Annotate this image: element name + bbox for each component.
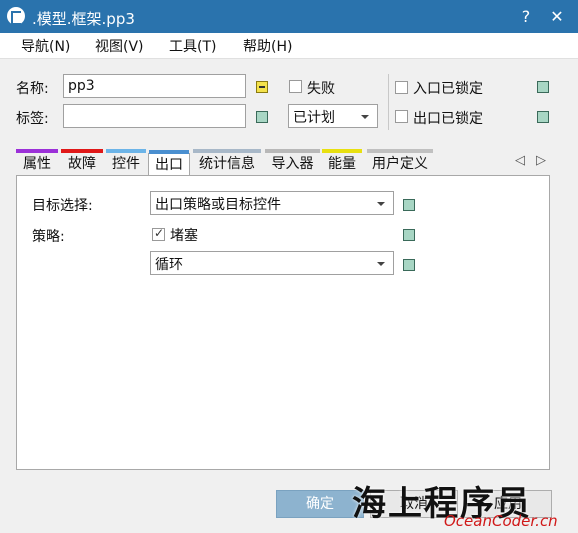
tab-failures[interactable]: 故障 — [61, 149, 103, 175]
help-button[interactable]: ? — [515, 6, 537, 28]
name-field[interactable]: pp3 — [63, 74, 246, 98]
tab-color-bar — [367, 149, 433, 153]
exit-locked-label: 出口已锁定 — [413, 111, 483, 127]
tab-color-bar — [265, 149, 320, 153]
tab-label: 统计信息 — [199, 156, 255, 172]
tab-exit[interactable]: 出口 — [148, 150, 190, 177]
tag-inherit-toggle[interactable] — [256, 111, 268, 123]
failed-label: 失败 — [307, 81, 335, 97]
tab-label: 导入器 — [271, 156, 314, 172]
tab-color-bar — [61, 149, 103, 153]
tab-scroll-right-icon[interactable]: ▷ — [536, 153, 546, 168]
ok-button[interactable]: 确定 — [276, 490, 364, 518]
tab-color-bar — [193, 149, 261, 153]
name-inherit-toggle[interactable] — [256, 81, 268, 93]
exit-tab-panel — [16, 175, 550, 470]
entry-locked-label: 入口已锁定 — [413, 81, 483, 97]
tab-attributes[interactable]: 属性 — [16, 149, 58, 175]
strategy-select[interactable]: 循环 — [150, 251, 394, 275]
close-button[interactable]: ✕ — [546, 6, 568, 28]
target-inherit-toggle[interactable] — [403, 199, 415, 211]
entry-locked-checkbox[interactable] — [395, 81, 408, 94]
tab-color-bar — [149, 150, 189, 154]
app-icon — [7, 7, 25, 25]
name-label: 名称: — [16, 81, 49, 97]
title-bar: .模型.框架.pp3 ? ✕ — [0, 0, 578, 33]
tab-energy[interactable]: 能量 — [322, 149, 362, 175]
menu-view[interactable]: 视图(V) — [95, 36, 144, 56]
entry-locked-inherit-toggle[interactable] — [537, 81, 549, 93]
tab-color-bar — [16, 149, 58, 153]
exit-locked-checkbox[interactable] — [395, 110, 408, 123]
tab-color-bar — [322, 149, 362, 153]
menu-bar: 导航(N) 视图(V) 工具(T) 帮助(H) — [0, 33, 578, 59]
target-selection-label: 目标选择: — [32, 198, 93, 214]
window-title: .模型.框架.pp3 — [32, 10, 135, 28]
chevron-down-icon — [377, 202, 385, 206]
tab-label: 出口 — [155, 157, 183, 173]
menu-tools[interactable]: 工具(T) — [169, 36, 216, 56]
tab-importer[interactable]: 导入器 — [265, 149, 320, 175]
tab-label: 属性 — [23, 156, 51, 172]
target-selection-value: 出口策略或目标控件 — [155, 197, 281, 213]
blocked-checkbox[interactable] — [152, 226, 165, 241]
tab-color-bar — [106, 149, 146, 153]
strategy-inherit-toggle[interactable] — [403, 259, 415, 271]
tab-label: 用户定义 — [372, 156, 428, 172]
tab-label: 控件 — [112, 156, 140, 172]
tab-scroll-left-icon[interactable]: ◁ — [515, 153, 525, 168]
strategy-select-value: 循环 — [155, 257, 183, 273]
exit-locked-inherit-toggle[interactable] — [537, 111, 549, 123]
failed-checkbox[interactable] — [289, 80, 302, 93]
tag-label: 标签: — [16, 111, 49, 127]
divider — [388, 74, 389, 130]
status-select-value: 已计划 — [293, 110, 335, 126]
target-selection-select[interactable]: 出口策略或目标控件 — [150, 191, 394, 215]
status-select[interactable]: 已计划 — [288, 104, 378, 128]
strategy-label: 策略: — [32, 229, 65, 245]
chevron-down-icon — [377, 262, 385, 266]
menu-navigate[interactable]: 导航(N) — [21, 36, 70, 56]
chevron-down-icon — [361, 115, 369, 119]
tab-label: 能量 — [328, 156, 356, 172]
blocked-label: 堵塞 — [170, 228, 198, 244]
tab-controls[interactable]: 控件 — [106, 149, 146, 175]
tab-user-defined[interactable]: 用户定义 — [367, 149, 433, 175]
blocked-inherit-toggle[interactable] — [403, 229, 415, 241]
tab-statistics[interactable]: 统计信息 — [193, 149, 261, 175]
tag-field[interactable] — [63, 104, 246, 128]
watermark-url: OceanCoder.cn — [444, 512, 558, 530]
tab-label: 故障 — [68, 156, 96, 172]
menu-help[interactable]: 帮助(H) — [243, 36, 292, 56]
